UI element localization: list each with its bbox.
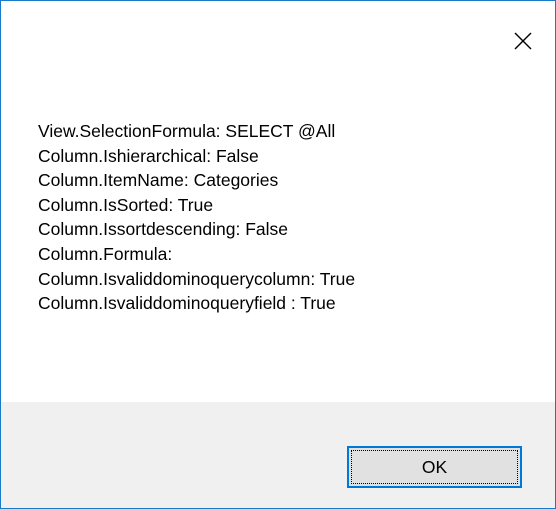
title-bar (1, 1, 555, 81)
ok-button-label: OK (421, 456, 448, 477)
message-line-itemname: Column.ItemName: Categories (38, 170, 279, 191)
ok-button[interactable]: OK (347, 446, 522, 488)
button-bar: OK (1, 402, 555, 508)
message-line-formula: Column.Formula: (38, 243, 178, 264)
message-line-ishierarchical: Column.Ishierarchical: False (38, 145, 259, 166)
close-button[interactable] (491, 1, 555, 81)
message-line-issorted: Column.IsSorted: True (38, 194, 214, 215)
close-icon (514, 32, 532, 50)
message-line-issortdescending: Column.Issortdescending: False (38, 219, 288, 240)
message-dialog: View.SelectionFormula: SELECT @All Colum… (0, 0, 556, 509)
message-line-isvaliddominoquerycolumn: Column.Isvaliddominoquerycolumn: True (38, 268, 356, 289)
message-line-isvaliddominoqueryfield: Column.Isvaliddominoqueryfield : True (38, 293, 336, 314)
message-text: View.SelectionFormula: SELECT @All Colum… (38, 119, 518, 316)
message-line-selection-formula: View.SelectionFormula: SELECT @All (38, 121, 336, 141)
